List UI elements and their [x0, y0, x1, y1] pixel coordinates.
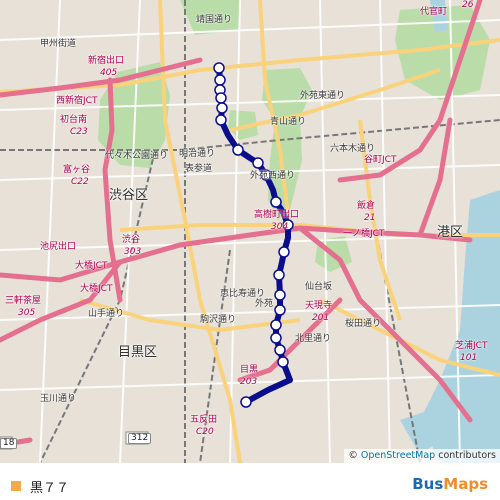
map-attribution: © OpenStreetMap contributors	[344, 449, 500, 463]
junction-code-takagicho: 304	[271, 222, 289, 232]
bus-stop-marker[interactable]	[216, 102, 228, 114]
bus-stop-marker[interactable]	[215, 114, 227, 126]
bus-stop-marker[interactable]	[273, 269, 285, 281]
bus-stop-marker[interactable]	[270, 319, 282, 331]
junction-label-nishishinjuku: 西新宿JCT	[56, 96, 98, 106]
map-canvas[interactable]: 渋谷区 港区 目黒区 新宿出口 405 西新宿JCT 初台南 C23 富ヶ谷 C…	[0, 0, 500, 463]
bus-stop-marker[interactable]	[274, 289, 286, 301]
junction-code-hatsudai: C23	[70, 127, 88, 137]
busmaps-logo[interactable]: BusMaps	[412, 475, 488, 493]
junction-label-tanimachi: 谷町JCT	[364, 155, 397, 165]
street-label-sakurada: 桜田通り	[345, 319, 382, 329]
ward-label-shibuya: 渋谷区	[109, 188, 149, 203]
attribution-suffix: contributors	[435, 450, 496, 461]
junction-label-tenjuji: 天現寺	[305, 301, 333, 311]
street-label-kitazato: 北里通り	[295, 334, 332, 344]
junction-label-shibaura: 芝浦JCT	[455, 341, 488, 351]
junction-code-tenjuji: 201	[312, 313, 330, 323]
junction-label-shibuya: 渋谷	[122, 235, 141, 245]
junction-label-ohashi-2: 大橋JCT	[80, 284, 113, 294]
junction-label-ohashi: 大橋JCT	[75, 261, 108, 271]
street-label-gaien-higashi: 外苑東通り	[300, 91, 346, 101]
street-label-ebisu: 恵比寿通り	[220, 289, 266, 299]
junction-label-meguro: 目黒	[240, 365, 259, 375]
street-label-gaien-nishi: 外苑西通り	[250, 171, 296, 181]
ward-label-meguro: 目黒区	[118, 345, 158, 360]
route-shield-312: 312	[128, 433, 152, 444]
route-color-swatch	[11, 481, 21, 491]
junction-label-takagicho: 高樹町出口	[254, 210, 300, 220]
junction-label-hatsudai: 初台南	[60, 115, 88, 125]
bus-stop-marker[interactable]	[270, 196, 282, 208]
logo-maps-text: Maps	[443, 475, 488, 493]
junction-label-tomigaya: 富ヶ谷	[63, 165, 91, 175]
poi-label-gaien: 外苑	[255, 299, 274, 309]
bus-stop-marker[interactable]	[270, 332, 282, 344]
junction-code-meguro: 203	[240, 377, 258, 387]
junction-code-shinjuku-exit: 405	[100, 68, 118, 78]
bus-stop-marker[interactable]	[274, 344, 286, 356]
street-label-aoyama: 青山通り	[270, 117, 307, 127]
bus-stop-marker[interactable]	[278, 246, 290, 258]
junction-label-sangenjaya: 三軒茶屋	[5, 296, 42, 306]
bus-stop-marker[interactable]	[215, 92, 227, 104]
junction-code-shibuya: 303	[124, 247, 142, 257]
street-label-tamagawa: 玉川通り	[40, 394, 77, 404]
street-label-yoyogi-koen: 代々木公園通り	[105, 151, 169, 161]
route-shield-18: 18	[0, 438, 18, 449]
bus-stop-marker[interactable]	[213, 62, 225, 74]
junction-label-gotanda: 五反田	[190, 415, 218, 425]
bus-stop-marker[interactable]	[252, 157, 264, 169]
junction-label-iikura: 飯倉	[357, 201, 376, 211]
junction-code-sangenjaya: 305	[18, 308, 36, 318]
street-label-roppongi: 六本木通り	[330, 144, 376, 154]
ward-label-minato: 港区	[437, 225, 464, 240]
attribution-prefix: ©	[348, 450, 361, 461]
street-label-komazawa: 駒沢通り	[200, 315, 237, 325]
junction-code-yotsuya: 26	[462, 0, 474, 10]
junction-label-shinjuku-exit: 新宿出口	[88, 56, 125, 66]
route-name-label[interactable]: 黒７７	[30, 477, 69, 496]
street-label-yamate: 山手通り	[88, 309, 125, 319]
junction-label-ikejiri: 池尻出口	[40, 242, 77, 252]
junction-code-shibaura: 101	[460, 353, 478, 363]
poi-label-sendagaya: 仙台坂	[305, 282, 333, 292]
bus-stop-marker[interactable]	[214, 74, 226, 86]
junction-code-tomigaya: C22	[71, 177, 89, 187]
junction-label-ichinohashi: 一ノ橋JCT	[343, 229, 385, 239]
street-label-omotesando: 表参道	[185, 164, 213, 174]
junction-code-gotanda: C20	[196, 427, 214, 437]
street-label-koshu: 甲州街道	[40, 39, 77, 49]
bus-stop-marker[interactable]	[232, 144, 244, 156]
osm-attribution-link[interactable]: OpenStreetMap	[361, 450, 435, 461]
bus-stop-marker[interactable]	[240, 396, 252, 408]
street-label-meiji: 明治通り	[179, 149, 216, 159]
bus-stop-marker[interactable]	[277, 356, 289, 368]
logo-bus-text: Bus	[412, 475, 444, 493]
junction-code-iikura: 21	[364, 213, 376, 223]
legend-footer: 黒７７ BusMaps	[0, 463, 500, 500]
street-label-yasukuni: 靖国通り	[196, 15, 233, 25]
bus-stop-marker[interactable]	[274, 304, 286, 316]
junction-label-yotsuya: 代官町	[420, 7, 448, 17]
